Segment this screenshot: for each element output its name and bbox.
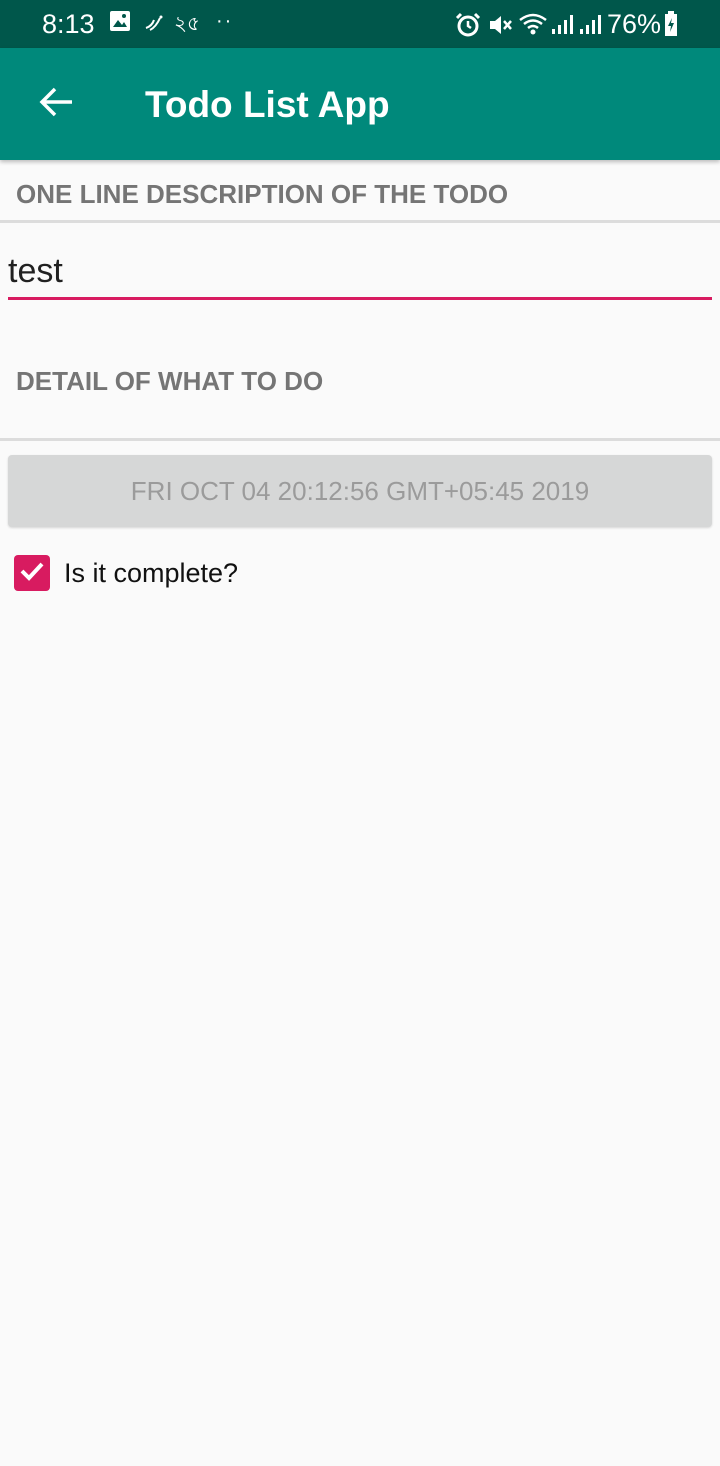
- divider: [0, 220, 720, 223]
- date-button-label: FRI OCT 04 20:12:56 GMT+05:45 2019: [130, 475, 590, 506]
- todo-detail-field[interactable]: DETAIL OF WHAT TO DO: [16, 365, 323, 397]
- image-icon: [109, 10, 131, 37]
- battery-percent: 76%: [607, 9, 662, 39]
- arrow-back-icon: [38, 86, 74, 123]
- mute-icon: [487, 12, 513, 43]
- checkmark-icon: [19, 560, 45, 587]
- status-bar: 8:13 ২৫ ·· 76%: [0, 0, 720, 48]
- wifi-icon: [518, 12, 548, 41]
- todo-title-value: test: [8, 252, 63, 290]
- date-button[interactable]: FRI OCT 04 20:12:56 GMT+05:45 2019: [8, 455, 712, 527]
- status-time: 8:13: [42, 9, 95, 39]
- battery-icon: [664, 11, 678, 42]
- todo-title-input[interactable]: test: [8, 246, 712, 300]
- status-dots: ··: [216, 10, 234, 32]
- complete-checkbox-label: Is it complete?: [64, 557, 239, 588]
- signal-sparkle-icon: [144, 14, 164, 37]
- app-bar: Todo List App: [0, 48, 720, 160]
- back-button[interactable]: [24, 74, 88, 134]
- status-extra-text: ২৫: [174, 13, 200, 35]
- page-title: Todo List App: [145, 84, 390, 125]
- cell-signal-icon: [578, 13, 602, 40]
- complete-checkbox[interactable]: [14, 555, 50, 591]
- alarm-icon: [455, 12, 481, 43]
- todo-title-label: ONE LINE DESCRIPTION OF THE TODO: [16, 179, 509, 209]
- complete-checkbox-row[interactable]: Is it complete?: [14, 555, 238, 591]
- divider: [0, 438, 720, 441]
- cell-signal-icon: [550, 13, 574, 40]
